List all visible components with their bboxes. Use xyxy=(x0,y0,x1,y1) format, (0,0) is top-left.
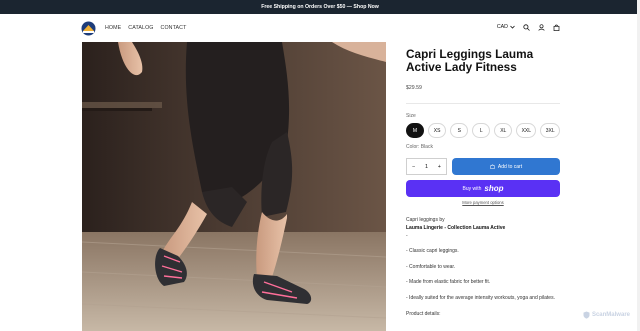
description-dash: - xyxy=(406,232,408,239)
watermark: ScanMalware xyxy=(583,311,630,319)
size-option-xxl[interactable]: XXL xyxy=(516,123,537,138)
add-to-cart-button[interactable]: Add to cart xyxy=(452,158,560,175)
size-option-m[interactable]: M xyxy=(406,123,424,138)
size-option-s[interactable]: S xyxy=(450,123,469,138)
nav-catalog[interactable]: CATALOG xyxy=(128,25,153,31)
quantity-stepper: − 1 + xyxy=(406,158,447,175)
shield-icon xyxy=(583,311,590,319)
store-logo[interactable] xyxy=(81,21,96,36)
search-icon[interactable] xyxy=(522,23,530,31)
quantity-value[interactable]: 1 xyxy=(425,164,428,170)
account-icon[interactable] xyxy=(537,23,545,31)
description-bullet: - Ideally suited for the average intensi… xyxy=(406,294,555,301)
product-description: Capri leggings by Lauma Lingerie - Colle… xyxy=(406,217,560,318)
announcement-bar: Free Shipping on Orders Over $50 — Shop … xyxy=(0,0,640,14)
description-bullet: - Made from elastic fabric for better fi… xyxy=(406,279,491,286)
watermark-text: ScanMalware xyxy=(591,312,630,318)
buy-with-label: Buy with xyxy=(462,185,482,192)
announcement-link[interactable]: Free Shipping on Orders Over $50 — Shop … xyxy=(261,4,379,10)
color-label: Color: Black xyxy=(406,144,433,150)
product-price: $29.59 xyxy=(406,85,422,91)
product-info: Capri Leggings Lauma Active Lady Fitness… xyxy=(406,48,560,318)
product-image[interactable] xyxy=(82,42,386,331)
bag-icon xyxy=(490,164,495,169)
currency-label: CAD xyxy=(496,24,508,30)
size-option-l[interactable]: L xyxy=(472,123,491,138)
size-option-xl[interactable]: XL xyxy=(494,123,513,138)
main-nav: HOME CATALOG CONTACT xyxy=(105,25,186,31)
buy-with-shop-button[interactable]: Buy with shop xyxy=(406,180,560,197)
header-actions: CAD xyxy=(497,23,560,31)
description-intro: Capri leggings by xyxy=(406,217,445,223)
size-option-3xl[interactable]: 3XL xyxy=(540,123,560,138)
size-options: M XS S L XL XXL 3XL xyxy=(406,123,560,138)
site-header: HOME CATALOG CONTACT CAD xyxy=(0,14,640,44)
buy-row: − 1 + Add to cart xyxy=(406,158,560,175)
nav-home[interactable]: HOME xyxy=(105,25,121,31)
description-brand: Lauma Lingerie - Collection Lauma Active xyxy=(406,224,506,231)
product-title: Capri Leggings Lauma Active Lady Fitness xyxy=(406,47,534,74)
description-bullet: - Classic capri leggings. xyxy=(406,248,459,255)
cart-icon[interactable] xyxy=(552,23,560,31)
quantity-decrease-button[interactable]: − xyxy=(412,164,415,170)
description-bullet: - Comfortable to wear. xyxy=(406,263,456,270)
chevron-down-icon xyxy=(510,25,515,29)
nav-contact[interactable]: CONTACT xyxy=(161,25,187,31)
quantity-increase-button[interactable]: + xyxy=(438,164,441,170)
shop-pay-logo: shop xyxy=(484,184,504,193)
size-label: Size xyxy=(406,113,416,119)
divider xyxy=(406,103,560,104)
add-to-cart-label: Add to cart xyxy=(497,163,523,170)
more-payment-options-link[interactable]: More payment options xyxy=(406,200,560,205)
currency-selector[interactable]: CAD xyxy=(497,24,515,30)
size-option-xs[interactable]: XS xyxy=(428,123,447,138)
product-details-heading: Product details: xyxy=(406,310,441,317)
